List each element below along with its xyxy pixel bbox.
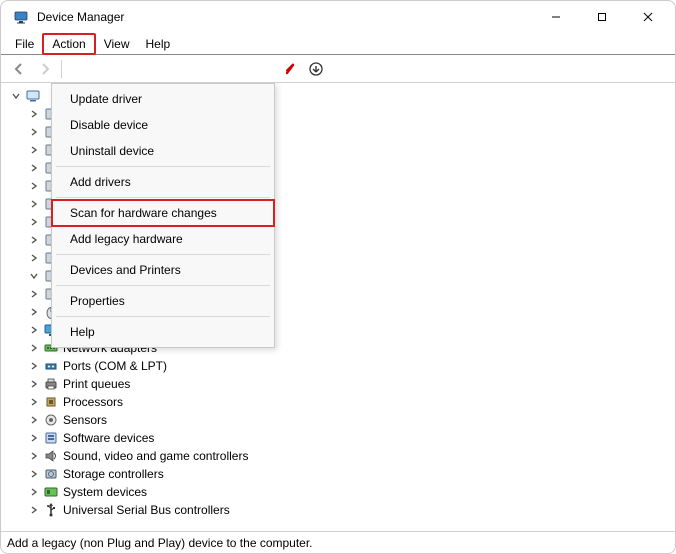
chevron-right-icon[interactable] xyxy=(27,323,41,337)
chevron-right-icon[interactable] xyxy=(27,143,41,157)
toolbar-update-icon[interactable] xyxy=(304,58,328,80)
dropdown-separator xyxy=(56,285,270,286)
chevron-right-icon[interactable] xyxy=(27,503,41,517)
tree-node[interactable]: Sensors xyxy=(9,411,667,429)
tree-node-label: Storage controllers xyxy=(63,465,164,483)
minimize-button[interactable] xyxy=(533,1,579,33)
sound-icon xyxy=(43,448,59,464)
action-dropdown: Update driver Disable device Uninstall d… xyxy=(51,83,275,348)
chevron-right-icon[interactable] xyxy=(27,413,41,427)
menu-help-item[interactable]: Help xyxy=(52,319,274,345)
tree-node-label: Print queues xyxy=(63,375,130,393)
chevron-right-icon[interactable] xyxy=(27,179,41,193)
chevron-right-icon[interactable] xyxy=(27,107,41,121)
tree-node-label: Processors xyxy=(63,393,123,411)
menu-view[interactable]: View xyxy=(96,35,138,53)
status-text: Add a legacy (non Plug and Play) device … xyxy=(7,536,313,550)
chevron-right-icon[interactable] xyxy=(27,341,41,355)
dropdown-separator xyxy=(56,254,270,255)
dropdown-separator xyxy=(56,316,270,317)
chevron-right-icon[interactable] xyxy=(27,161,41,175)
chevron-right-icon[interactable] xyxy=(27,467,41,481)
menu-devices-and-printers[interactable]: Devices and Printers xyxy=(52,257,274,283)
dropdown-separator xyxy=(56,166,270,167)
menu-add-legacy-hardware[interactable]: Add legacy hardware xyxy=(52,226,274,252)
tree-node-label: Sensors xyxy=(63,411,107,429)
menu-properties[interactable]: Properties xyxy=(52,288,274,314)
tree-node[interactable]: Universal Serial Bus controllers xyxy=(9,501,667,519)
menu-add-drivers[interactable]: Add drivers xyxy=(52,169,274,195)
chevron-right-icon[interactable] xyxy=(27,431,41,445)
back-button[interactable] xyxy=(7,58,31,80)
software-icon xyxy=(43,430,59,446)
window-title: Device Manager xyxy=(37,10,124,24)
printer-icon xyxy=(43,376,59,392)
chevron-right-icon[interactable] xyxy=(27,359,41,373)
menu-scan-hardware-changes[interactable]: Scan for hardware changes xyxy=(52,200,274,226)
system-icon xyxy=(43,484,59,500)
chevron-right-icon[interactable] xyxy=(27,377,41,391)
tree-node-label: Software devices xyxy=(63,429,154,447)
computer-icon xyxy=(25,88,41,104)
chevron-right-icon[interactable] xyxy=(27,251,41,265)
chevron-right-icon[interactable] xyxy=(27,197,41,211)
chevron-right-icon[interactable] xyxy=(27,305,41,319)
tree-node-label: System devices xyxy=(63,483,147,501)
close-button[interactable] xyxy=(625,1,671,33)
chevron-right-icon[interactable] xyxy=(27,125,41,139)
app-icon xyxy=(13,9,29,25)
tree-node[interactable]: Sound, video and game controllers xyxy=(9,447,667,465)
chevron-right-icon[interactable] xyxy=(27,449,41,463)
maximize-button[interactable] xyxy=(579,1,625,33)
status-bar: Add a legacy (non Plug and Play) device … xyxy=(1,531,675,553)
menu-file[interactable]: File xyxy=(7,35,42,53)
dropdown-separator xyxy=(56,197,270,198)
menu-uninstall-device[interactable]: Uninstall device xyxy=(52,138,274,164)
cpu-icon xyxy=(43,394,59,410)
chevron-right-icon[interactable] xyxy=(27,395,41,409)
toolbar-disable-icon[interactable] xyxy=(278,58,302,80)
port-icon xyxy=(43,358,59,374)
tree-node-label: Universal Serial Bus controllers xyxy=(63,501,230,519)
menu-action[interactable]: Action xyxy=(42,33,95,55)
chevron-down-icon[interactable] xyxy=(9,89,23,103)
tree-node[interactable]: Print queues xyxy=(9,375,667,393)
menu-update-driver[interactable]: Update driver xyxy=(52,86,274,112)
forward-button[interactable] xyxy=(33,58,57,80)
chevron-down-icon[interactable] xyxy=(27,269,41,283)
menu-help[interactable]: Help xyxy=(138,35,179,53)
tree-node[interactable]: Software devices xyxy=(9,429,667,447)
menu-disable-device[interactable]: Disable device xyxy=(52,112,274,138)
tree-node[interactable]: Storage controllers xyxy=(9,465,667,483)
chevron-right-icon[interactable] xyxy=(27,215,41,229)
toolbar-separator xyxy=(61,60,62,78)
tree-node-label: Sound, video and game controllers xyxy=(63,447,248,465)
menu-bar: File Action View Help xyxy=(1,33,675,55)
sensor-icon xyxy=(43,412,59,428)
usb-icon xyxy=(43,502,59,518)
tree-node[interactable]: Processors xyxy=(9,393,667,411)
tree-node[interactable]: Ports (COM & LPT) xyxy=(9,357,667,375)
tree-node-label: Ports (COM & LPT) xyxy=(63,357,167,375)
toolbar xyxy=(1,55,675,83)
content-area: Update driver Disable device Uninstall d… xyxy=(1,83,675,531)
chevron-right-icon[interactable] xyxy=(27,287,41,301)
title-bar: Device Manager xyxy=(1,1,675,33)
chevron-right-icon[interactable] xyxy=(27,485,41,499)
chevron-right-icon[interactable] xyxy=(27,233,41,247)
tree-node[interactable]: System devices xyxy=(9,483,667,501)
storage-icon xyxy=(43,466,59,482)
